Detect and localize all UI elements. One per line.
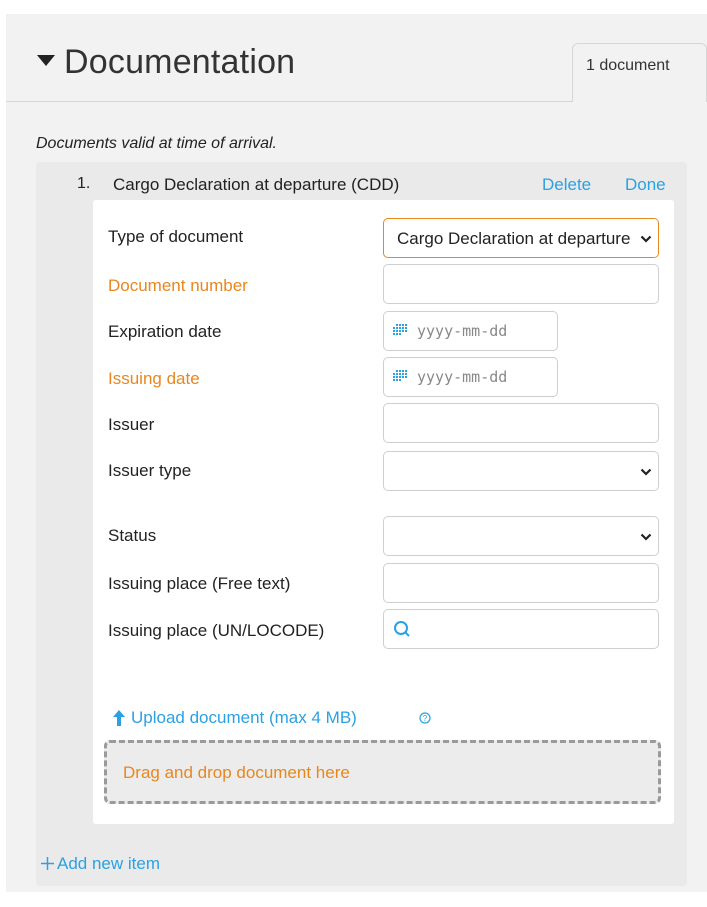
search-icon [394, 621, 410, 637]
issuing-date-input[interactable]: yyyy-mm-dd [383, 357, 558, 397]
item-title: Cargo Declaration at departure (CDD) [113, 175, 400, 194]
issuing-place-locode-label: Issuing place (UN/LOCODE) [108, 621, 325, 640]
type-of-document-value: Cargo Declaration at departure (CDD) [397, 229, 659, 248]
issuer-input[interactable] [383, 403, 659, 443]
document-number-input[interactable] [383, 264, 659, 304]
delete-link[interactable]: Delete [542, 175, 591, 195]
chevron-down-icon [640, 533, 652, 541]
add-new-item-label: Add new item [57, 854, 160, 873]
caret-down-icon[interactable] [37, 55, 55, 66]
issuing-place-free-input[interactable] [383, 563, 659, 603]
section-title[interactable]: Documentation [64, 43, 295, 82]
issuing-date-placeholder: yyyy-mm-dd [417, 368, 508, 386]
expiration-date-placeholder: yyyy-mm-dd [417, 322, 508, 340]
status-label: Status [108, 526, 157, 545]
svg-text:?: ? [423, 714, 428, 723]
chevron-down-icon [640, 468, 652, 476]
issuing-date-label: Issuing date [108, 369, 200, 388]
item-number: 1. [77, 175, 91, 192]
issuer-type-select[interactable] [383, 451, 659, 491]
upload-document-label: Upload document (max 4 MB) [131, 708, 357, 727]
type-of-document-label: Type of document [108, 227, 244, 246]
issuer-label: Issuer [108, 415, 155, 434]
upload-arrow-icon [113, 710, 125, 726]
type-of-document-select[interactable]: Cargo Declaration at departure (CDD) [383, 218, 659, 258]
chevron-down-icon [640, 235, 652, 243]
calendar-icon [393, 324, 407, 335]
expiration-date-input[interactable]: yyyy-mm-dd [383, 311, 558, 351]
status-select[interactable] [383, 516, 659, 556]
plus-icon [41, 857, 54, 870]
calendar-icon [393, 370, 407, 381]
help-icon[interactable]: ? [419, 712, 431, 724]
document-dropzone[interactable]: Drag and drop document here [104, 740, 661, 804]
validity-note: Documents valid at time of arrival. [36, 135, 277, 152]
tab-document-count[interactable]: 1 document [572, 43, 707, 102]
document-number-label: Document number [108, 276, 248, 295]
issuing-place-locode-input[interactable] [383, 609, 659, 649]
header-divider [6, 101, 572, 102]
done-link[interactable]: Done [625, 175, 666, 195]
issuer-type-label: Issuer type [108, 461, 192, 480]
issuing-place-free-label: Issuing place (Free text) [108, 574, 291, 593]
expiration-date-label: Expiration date [108, 322, 222, 341]
